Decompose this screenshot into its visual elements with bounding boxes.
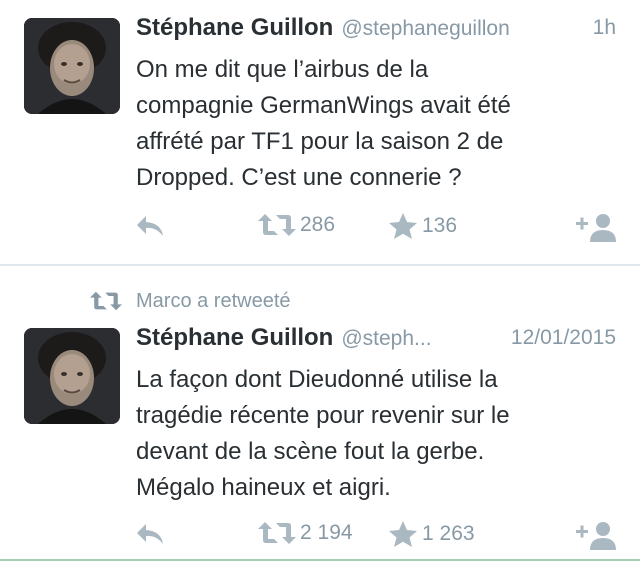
tweet-text-line: Mégalo haineux et aigri.: [136, 474, 391, 501]
retweet-count: 286: [300, 213, 336, 236]
tweet-text-line: compagnie GermanWings avait été: [136, 92, 511, 119]
avatar[interactable]: [24, 328, 120, 424]
tweet[interactable]: Stéphane Guillon @stephaneguillon 1h On m…: [0, 0, 640, 264]
tweet-text: On me dit que l’airbus de la compagnie G…: [136, 52, 606, 196]
tweet-time[interactable]: 12/01/2015: [511, 326, 616, 350]
favorite-button[interactable]: 1 263: [388, 520, 475, 548]
author-name[interactable]: Stéphane Guillon: [136, 14, 333, 41]
retweet-button[interactable]: 286: [258, 212, 335, 238]
favorite-button[interactable]: 136: [388, 212, 457, 240]
follow-icon: [576, 522, 616, 550]
retweet-icon: [258, 214, 296, 236]
tweet-time[interactable]: 1h: [593, 16, 616, 40]
retweet-context-label[interactable]: Marco a retweeté: [136, 290, 291, 313]
author-handle[interactable]: @steph...: [341, 327, 431, 350]
avatar[interactable]: [24, 18, 120, 114]
reply-icon: [137, 524, 163, 544]
tweet-text-line: La façon dont Dieudonné utilise la: [136, 366, 498, 393]
retweet-context: Marco a retweeté: [90, 288, 291, 314]
follow-button[interactable]: [576, 520, 616, 550]
retweet-count: 2 194: [300, 521, 353, 544]
follow-button[interactable]: [576, 212, 616, 242]
reply-button[interactable]: [134, 520, 166, 548]
follow-icon: [576, 214, 616, 242]
tweet-actions: 2 194 1 263: [134, 520, 616, 550]
tweet-text-line: On me dit que l’airbus de la: [136, 56, 429, 83]
favorite-count: 136: [422, 214, 458, 237]
tweet-text-line: tragédie récente pour revenir sur le: [136, 402, 510, 429]
retweet-icon: [258, 522, 296, 544]
retweet-button[interactable]: 2 194: [258, 520, 353, 546]
favorite-count: 1 263: [422, 522, 475, 545]
tweet-text-line: Dropped. C’est une connerie ?: [136, 164, 462, 191]
tweet-header: Stéphane Guillon @stephaneguillon 1h: [136, 14, 616, 44]
reply-button[interactable]: [134, 212, 166, 240]
star-icon: [389, 213, 417, 239]
tweet-text: La façon dont Dieudonné utilise la tragé…: [136, 362, 606, 506]
tweet-actions: 286 136: [134, 212, 616, 242]
avatar-photo: [24, 328, 120, 424]
tweet[interactable]: Marco a retweeté Stéphane Guillon @steph.…: [0, 266, 640, 561]
reply-icon: [137, 216, 163, 236]
author-handle[interactable]: @stephaneguillon: [341, 17, 509, 40]
star-icon: [389, 521, 417, 547]
tweet-text-line: affrété par TF1 pour la saison 2 de: [136, 128, 504, 155]
tweet-header: Stéphane Guillon @steph... 12/01/2015: [136, 324, 616, 354]
avatar-photo: [24, 18, 120, 114]
tweet-text-line: devant de la scène fout la gerbe.: [136, 438, 485, 465]
retweet-context-icon: [90, 291, 122, 311]
author-name[interactable]: Stéphane Guillon: [136, 324, 333, 351]
